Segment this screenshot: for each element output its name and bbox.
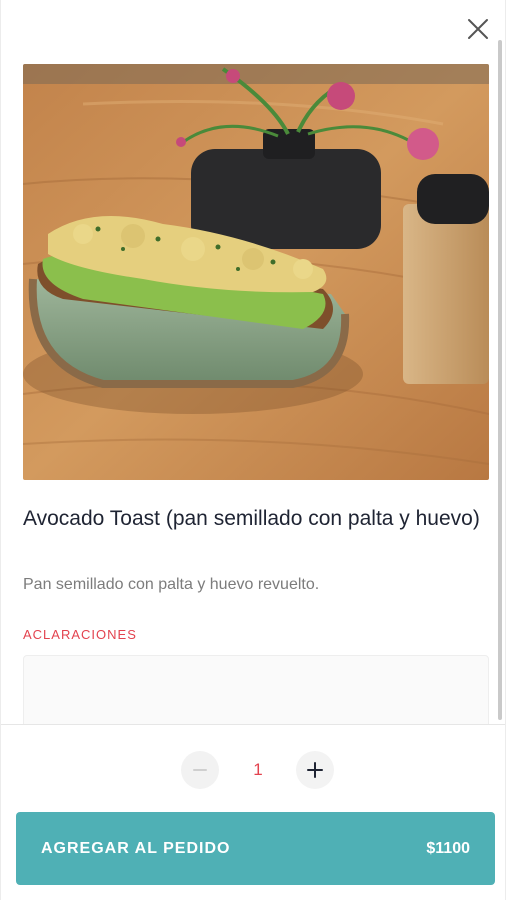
add-to-order-label: AGREGAR AL PEDIDO — [41, 839, 231, 857]
product-image — [23, 64, 489, 480]
order-footer: 1 AGREGAR AL PEDIDO $1100 — [1, 724, 505, 900]
plus-icon — [307, 762, 323, 778]
notes-label: ACLARACIONES — [23, 627, 137, 642]
quantity-stepper: 1 — [181, 751, 337, 789]
product-details-scroll-area[interactable]: Avocado Toast (pan semillado con palta y… — [1, 0, 505, 724]
close-button[interactable] — [465, 16, 491, 42]
order-price: $1100 — [426, 839, 470, 857]
scrollbar[interactable] — [498, 40, 502, 720]
avocado-toast-photo — [23, 64, 489, 480]
increase-quantity-button[interactable] — [296, 751, 334, 789]
add-to-order-button[interactable]: AGREGAR AL PEDIDO $1100 — [16, 812, 495, 885]
quantity-value: 1 — [253, 760, 263, 779]
close-icon — [468, 19, 488, 39]
product-modal: Avocado Toast (pan semillado con palta y… — [0, 0, 506, 900]
notes-field[interactable] — [23, 655, 489, 724]
decrease-quantity-button[interactable] — [181, 751, 219, 789]
minus-icon — [193, 769, 207, 771]
product-title: Avocado Toast (pan semillado con palta y… — [23, 507, 480, 530]
product-description: Pan semillado con palta y huevo revuelto… — [23, 576, 320, 593]
